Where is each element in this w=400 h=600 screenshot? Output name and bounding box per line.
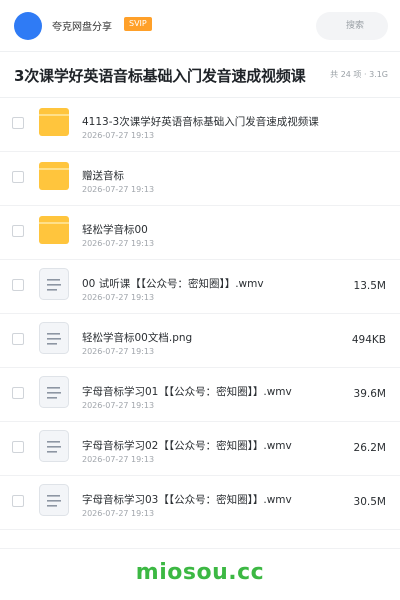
row-checkbox[interactable] xyxy=(12,225,24,237)
row-checkbox[interactable] xyxy=(12,333,24,345)
file-date: 2026-07-27 19:13 xyxy=(82,131,155,140)
brand-name: 夸克网盘分享 xyxy=(52,22,112,33)
row-checkbox[interactable] xyxy=(12,495,24,507)
folder-icon xyxy=(39,108,69,136)
file-name[interactable]: 轻松学音标00文档.png xyxy=(82,330,192,345)
file-size: 13.5M xyxy=(353,280,386,292)
file-name[interactable]: 00 试听课【【公众号：密知圈】】.wmv xyxy=(82,276,264,291)
file-date: 2026-07-27 19:13 xyxy=(82,455,155,464)
file-name[interactable]: 赠送音标 xyxy=(82,168,124,183)
file-row[interactable]: 00 试听课【【公众号：密知圈】】.wmv 2026-07-27 19:13 13.… xyxy=(0,260,400,314)
share-meta: 共 24 项 · 3.1G xyxy=(330,70,388,79)
search-input[interactable]: 搜索 xyxy=(316,12,388,40)
row-checkbox[interactable] xyxy=(12,171,24,183)
file-size: 26.2M xyxy=(353,442,386,454)
svip-badge: SVIP xyxy=(124,17,152,31)
file-date: 2026-07-27 19:13 xyxy=(82,239,155,248)
file-date: 2026-07-27 19:13 xyxy=(82,185,155,194)
page-title: 3次课学好英语音标基础入门发音速成视频课 xyxy=(14,67,306,85)
document-icon xyxy=(39,268,69,300)
divider xyxy=(0,548,400,549)
file-name[interactable]: 字母音标学习01【【公众号：密知圈】】.wmv xyxy=(82,384,292,399)
folder-row[interactable]: 4113-3次课学好英语音标基础入门发音速成视频课 2026-07-27 19:1… xyxy=(0,98,400,152)
file-name[interactable]: 轻松学音标00 xyxy=(82,222,148,237)
file-size: 30.5M xyxy=(353,496,386,508)
folder-icon xyxy=(39,162,69,190)
file-row[interactable]: 字母音标学习02【【公众号：密知圈】】.wmv 2026-07-27 19:13 2… xyxy=(0,422,400,476)
file-row[interactable]: 字母音标学习03【【公众号：密知圈】】.wmv 2026-07-27 19:13 3… xyxy=(0,476,400,530)
file-date: 2026-07-27 19:13 xyxy=(82,347,155,356)
document-icon xyxy=(39,430,69,462)
file-date: 2026-07-27 19:13 xyxy=(82,401,155,410)
folder-row[interactable]: 赠送音标 2026-07-27 19:13 xyxy=(0,152,400,206)
watermark: miosou.cc xyxy=(135,560,265,585)
file-row[interactable]: 轻松学音标00文档.png 2026-07-27 19:13 494KB xyxy=(0,314,400,368)
row-checkbox[interactable] xyxy=(12,387,24,399)
folder-icon xyxy=(39,216,69,244)
file-row[interactable]: 字母音标学习01【【公众号：密知圈】】.wmv 2026-07-27 19:13 3… xyxy=(0,368,400,422)
row-checkbox[interactable] xyxy=(12,441,24,453)
avatar[interactable] xyxy=(14,12,42,40)
folder-row[interactable]: 轻松学音标00 2026-07-27 19:13 xyxy=(0,206,400,260)
document-icon xyxy=(39,484,69,516)
share-titlebar: 3次课学好英语音标基础入门发音速成视频课 共 24 项 · 3.1G xyxy=(0,52,400,98)
document-icon xyxy=(39,376,69,408)
file-list: 4113-3次课学好英语音标基础入门发音速成视频课 2026-07-27 19:1… xyxy=(0,98,400,530)
app-header: 夸克网盘分享 SVIP 搜索 xyxy=(0,0,400,52)
row-checkbox[interactable] xyxy=(12,117,24,129)
file-name[interactable]: 字母音标学习03【【公众号：密知圈】】.wmv xyxy=(82,492,292,507)
file-date: 2026-07-27 19:13 xyxy=(82,509,155,518)
row-checkbox[interactable] xyxy=(12,279,24,291)
file-date: 2026-07-27 19:13 xyxy=(82,293,155,302)
document-icon xyxy=(39,322,69,354)
file-size: 494KB xyxy=(351,334,386,346)
file-size: 39.6M xyxy=(353,388,386,400)
file-name[interactable]: 4113-3次课学好英语音标基础入门发音速成视频课 xyxy=(82,114,319,129)
file-name[interactable]: 字母音标学习02【【公众号：密知圈】】.wmv xyxy=(82,438,292,453)
